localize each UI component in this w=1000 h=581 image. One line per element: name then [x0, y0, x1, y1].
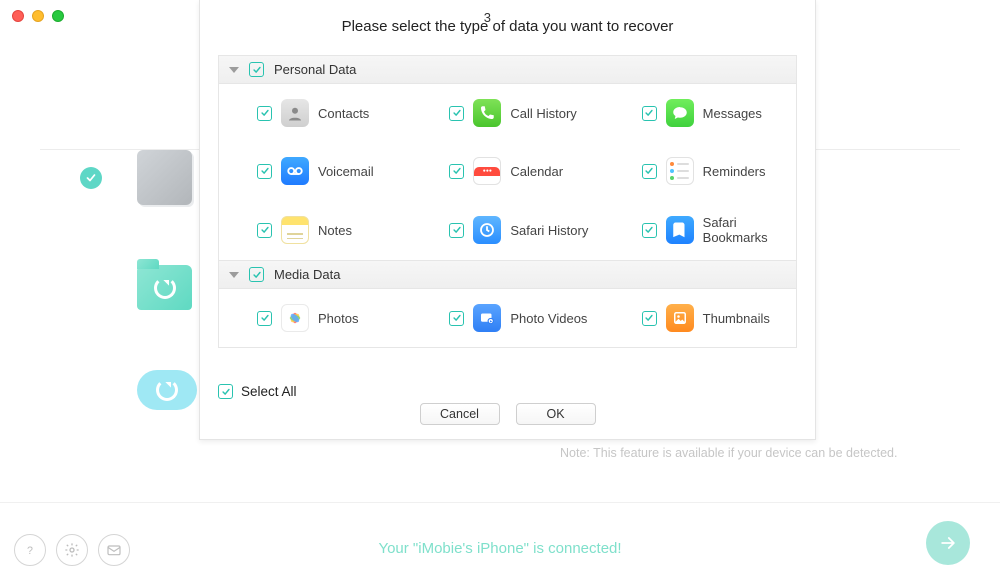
item-photo-videos[interactable]: Photo Videos	[411, 289, 603, 347]
calendar-icon: ●●● 3	[473, 157, 501, 185]
photos-icon	[281, 304, 309, 332]
voicemail-icon	[281, 157, 309, 185]
item-checkbox[interactable]	[642, 223, 657, 238]
item-checkbox[interactable]	[257, 106, 272, 121]
window-minimize-button[interactable]	[32, 10, 44, 22]
item-label: Voicemail	[318, 164, 374, 179]
item-checkbox[interactable]	[257, 223, 272, 238]
category-label: Media Data	[274, 267, 340, 282]
phone-icon	[473, 99, 501, 127]
category-checkbox-personal[interactable]	[249, 62, 264, 77]
item-reminders[interactable]: Reminders	[604, 142, 796, 200]
item-calendar[interactable]: ●●● 3 Calendar	[411, 142, 603, 200]
category-label: Personal Data	[274, 62, 356, 77]
select-all-checkbox[interactable]	[218, 384, 233, 399]
cancel-button[interactable]: Cancel	[420, 403, 500, 425]
item-label: Thumbnails	[703, 311, 770, 326]
item-label: Call History	[510, 106, 576, 121]
svg-text:?: ?	[27, 545, 33, 557]
item-label: Calendar	[510, 164, 563, 179]
messages-icon	[666, 99, 694, 127]
next-button[interactable]	[926, 521, 970, 565]
item-label: Reminders	[703, 164, 766, 179]
item-safari-history[interactable]: Safari History	[411, 200, 603, 260]
item-voicemail[interactable]: Voicemail	[219, 142, 411, 200]
settings-button[interactable]	[56, 534, 88, 566]
step-check-icon	[80, 167, 102, 189]
item-label: Photos	[318, 311, 358, 326]
refresh-icon	[156, 379, 178, 401]
item-label: Safari History	[510, 223, 588, 238]
window-maximize-button[interactable]	[52, 10, 64, 22]
item-checkbox[interactable]	[449, 223, 464, 238]
contacts-icon	[281, 99, 309, 127]
data-type-dialog: Please select the type of data you want …	[199, 0, 816, 440]
item-label: Photo Videos	[510, 311, 587, 326]
item-safari-bookmarks[interactable]: Safari Bookmarks	[604, 200, 796, 260]
item-checkbox[interactable]	[257, 311, 272, 326]
feature-note: Note: This feature is available if your …	[560, 446, 897, 460]
item-notes[interactable]: Notes	[219, 200, 411, 260]
item-label: Messages	[703, 106, 762, 121]
window-close-button[interactable]	[12, 10, 24, 22]
step-device	[80, 150, 197, 205]
mail-button[interactable]	[98, 534, 130, 566]
category-checkbox-media[interactable]	[249, 267, 264, 282]
reminders-icon	[666, 157, 694, 185]
notes-icon	[281, 216, 309, 244]
steps-sidebar	[80, 150, 197, 410]
folder-icon	[137, 265, 192, 310]
item-photos[interactable]: Photos	[219, 289, 411, 347]
item-label: Safari Bookmarks	[703, 215, 782, 245]
item-checkbox[interactable]	[449, 311, 464, 326]
step-cloud	[80, 370, 197, 410]
item-contacts[interactable]: Contacts	[219, 84, 411, 142]
photo-videos-icon	[473, 304, 501, 332]
category-header-personal[interactable]: Personal Data	[219, 56, 796, 84]
category-header-media[interactable]: Media Data	[219, 261, 796, 289]
ok-button[interactable]: OK	[516, 403, 596, 425]
item-label: Notes	[318, 223, 352, 238]
item-checkbox[interactable]	[642, 106, 657, 121]
chevron-down-icon	[229, 272, 239, 278]
item-call-history[interactable]: Call History	[411, 84, 603, 142]
item-checkbox[interactable]	[257, 164, 272, 179]
item-label: Contacts	[318, 106, 369, 121]
device-thumbnail-icon	[137, 150, 192, 205]
divider	[0, 502, 1000, 503]
refresh-icon	[154, 277, 176, 299]
item-checkbox[interactable]	[449, 106, 464, 121]
step-folder	[80, 265, 197, 310]
chevron-down-icon	[229, 67, 239, 73]
select-all-row[interactable]: Select All	[218, 384, 297, 399]
item-checkbox[interactable]	[642, 164, 657, 179]
item-checkbox[interactable]	[449, 164, 464, 179]
item-thumbnails[interactable]: Thumbnails	[604, 289, 796, 347]
item-messages[interactable]: Messages	[604, 84, 796, 142]
cloud-icon	[137, 370, 197, 410]
safari-bookmarks-icon	[666, 216, 694, 244]
safari-history-icon	[473, 216, 501, 244]
select-all-label: Select All	[241, 384, 297, 399]
connection-status: Your "iMobie's iPhone" is connected!	[0, 540, 1000, 557]
help-button[interactable]: ?	[14, 534, 46, 566]
item-checkbox[interactable]	[642, 311, 657, 326]
thumbnails-icon	[666, 304, 694, 332]
